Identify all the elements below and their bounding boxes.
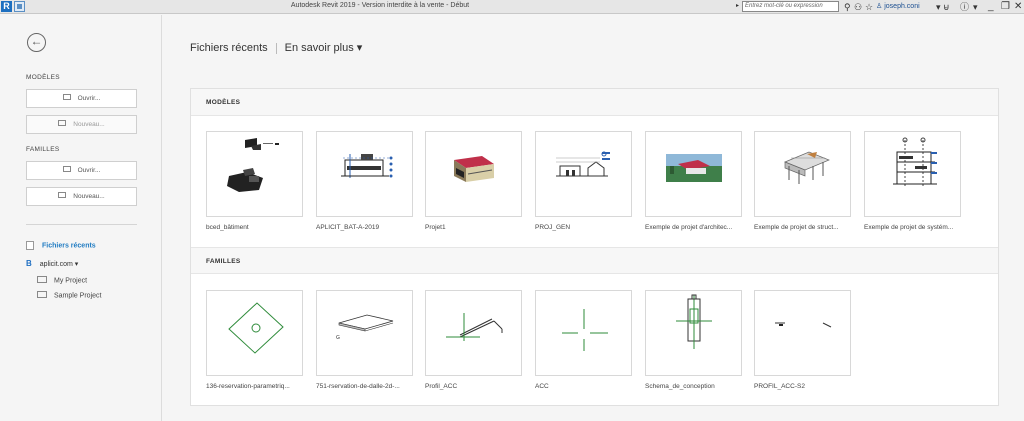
family-name[interactable]: 751-rservation-de-dalle-2d-...	[316, 383, 436, 390]
account-label: aplicit.com ▾	[39, 261, 79, 268]
open-family-label: Ouvrir...	[77, 167, 101, 174]
folder-item-sample-project[interactable]: Sample Project	[37, 291, 102, 300]
folder-label: My Project	[54, 277, 88, 285]
model-name[interactable]: PROJ_GEN	[535, 224, 655, 231]
model-thumbnail[interactable]	[535, 131, 632, 217]
family-thumbnail[interactable]	[535, 290, 632, 376]
folder-icon	[37, 276, 47, 283]
user-name: joseph.coni	[884, 3, 920, 10]
open-family-button[interactable]: Ouvrir...	[26, 161, 137, 180]
binoculars-icon[interactable]: ⚲	[844, 1, 851, 13]
new-file-icon	[58, 120, 67, 127]
divider	[26, 224, 137, 225]
families-section-label: FAMILLES	[26, 146, 60, 153]
header-separator	[275, 42, 277, 54]
family-preview-image: G	[336, 314, 394, 341]
model-thumbnail[interactable]	[425, 131, 522, 217]
help-dropdown-icon[interactable]: ▾	[973, 1, 978, 13]
model-thumbnail[interactable]	[316, 131, 413, 217]
model-preview-image	[784, 151, 830, 184]
help-icon[interactable]: ⓘ	[960, 1, 969, 13]
close-icon[interactable]: ✕	[1014, 0, 1022, 13]
families-section-header: FAMILLES	[191, 247, 998, 274]
back-arrow-icon[interactable]: ←	[27, 33, 46, 52]
model-thumbnail[interactable]	[754, 131, 851, 217]
minimize-icon[interactable]: _	[988, 0, 994, 13]
model-preview-image	[893, 137, 937, 188]
family-name[interactable]: Schema_de_conception	[645, 383, 765, 390]
family-preview-image	[228, 302, 284, 354]
family-preview-image	[446, 313, 503, 341]
model-name[interactable]: Exemple de projet de systém...	[864, 224, 984, 231]
family-thumbnail[interactable]	[425, 290, 522, 376]
star-icon[interactable]: ☆	[865, 1, 873, 13]
new-family-label: Nouveau...	[73, 193, 105, 200]
family-name[interactable]: Profil_ACC	[425, 383, 545, 390]
model-thumbnail[interactable]	[864, 131, 961, 217]
folder-open-icon	[62, 94, 71, 101]
recent-files-link[interactable]: Fichiers récents	[26, 241, 96, 250]
network-icon[interactable]: ⚇	[854, 1, 862, 13]
model-name[interactable]: Projet1	[425, 224, 545, 231]
model-name[interactable]: APLICIT_BAT-A-2019	[316, 224, 436, 231]
model-preview-image	[454, 156, 494, 182]
family-thumbnail[interactable]	[645, 290, 742, 376]
model-preview-image	[227, 138, 279, 192]
new-model-button[interactable]: Nouveau...	[26, 115, 137, 134]
page-header: Fichiers récents En savoir plus ▾	[190, 41, 362, 54]
recent-files-card: MODÈLES bced_bâtiment APLICIT_BAT-A-2019…	[190, 88, 999, 406]
new-model-label: Nouveau...	[73, 121, 105, 128]
family-thumbnail[interactable]	[754, 290, 851, 376]
model-preview-image	[341, 154, 393, 178]
new-file-icon	[58, 192, 67, 199]
folder-icon	[37, 291, 47, 298]
user-icon: ♙	[876, 3, 883, 10]
dropdown-arrow-icon[interactable]: ▾	[936, 1, 941, 13]
family-preview-image	[562, 309, 608, 351]
recent-files-title[interactable]: Fichiers récents	[190, 42, 268, 54]
model-thumbnail[interactable]	[645, 131, 742, 217]
model-thumbnail[interactable]	[206, 131, 303, 217]
search-expand-icon[interactable]: ▸	[736, 2, 739, 9]
models-section-header: MODÈLES	[191, 89, 998, 116]
svg-text:G: G	[336, 335, 340, 341]
title-bar: R Autodesk Revit 2019 - Version interdit…	[0, 0, 1024, 14]
models-section-label: MODÈLES	[26, 74, 60, 81]
document-icon	[26, 241, 34, 250]
model-preview-image	[666, 154, 722, 182]
family-name[interactable]: PROFIL_ACC-S2	[754, 383, 874, 390]
open-model-button[interactable]: Ouvrir...	[26, 89, 137, 108]
model-name[interactable]: Exemple de projet d'architec...	[645, 224, 765, 231]
learn-more-dropdown[interactable]: En savoir plus ▾	[285, 42, 363, 54]
left-panel: ← MODÈLES Ouvrir... Nouveau... FAMILLES …	[0, 15, 162, 421]
folder-label: Sample Project	[54, 292, 102, 300]
account-dropdown[interactable]: Baplicit.com ▾	[26, 259, 78, 268]
new-family-button[interactable]: Nouveau...	[26, 187, 137, 206]
open-model-label: Ouvrir...	[77, 95, 101, 102]
family-name[interactable]: ACC	[535, 383, 655, 390]
folder-open-icon	[62, 166, 71, 173]
family-thumbnail[interactable]: G	[316, 290, 413, 376]
family-preview-image	[676, 294, 712, 349]
search-input[interactable]: Entrez mot-clé ou expression	[742, 1, 839, 12]
bim360-icon: B	[26, 259, 32, 268]
family-thumbnail[interactable]	[206, 290, 303, 376]
recent-files-label: Fichiers récents	[42, 242, 96, 250]
cart-icon[interactable]: ⊌	[943, 1, 950, 13]
model-preview-image	[556, 151, 610, 177]
window-title: Autodesk Revit 2019 - Version interdite …	[290, 2, 470, 9]
restore-icon[interactable]: ❐	[1001, 0, 1010, 13]
model-name[interactable]: Exemple de projet de struct...	[754, 224, 874, 231]
folder-item-my-project[interactable]: My Project	[37, 276, 88, 285]
user-menu[interactable]: ♙ joseph.coni	[876, 2, 920, 10]
family-preview-image	[775, 322, 832, 328]
model-name[interactable]: bced_bâtiment	[206, 224, 326, 231]
family-name[interactable]: 136-reservation-parametriq...	[206, 383, 326, 390]
